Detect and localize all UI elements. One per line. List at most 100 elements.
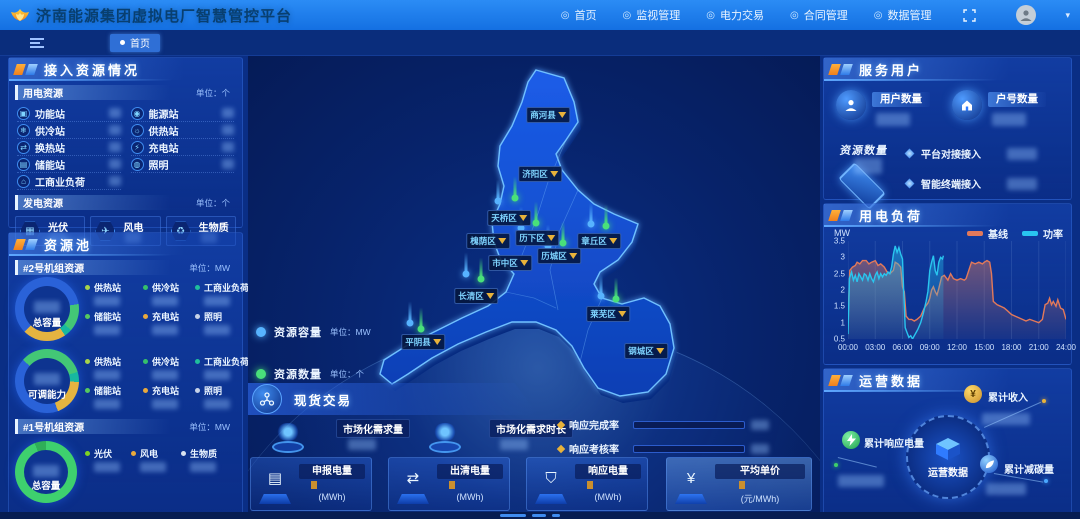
- header-decoration: [828, 64, 841, 75]
- nav-item-home[interactable]: ◎首页: [561, 7, 597, 23]
- resource-item: ⇄换热站: [17, 139, 121, 156]
- legend-item: 充电站: [143, 384, 195, 411]
- value-redacted: [992, 113, 1026, 126]
- value-redacted: [152, 325, 178, 335]
- value-redacted: [140, 462, 166, 472]
- value-redacted: [751, 420, 769, 430]
- nav-item-data[interactable]: ◎数据管理: [874, 7, 932, 23]
- value-redacted: [751, 444, 769, 454]
- card-declared-energy: ▤ 申报电量 (MWh): [250, 457, 372, 511]
- map-district-label[interactable]: 历城区: [537, 248, 581, 264]
- map-beacon: [598, 293, 605, 300]
- diamond-bullet-icon: [557, 420, 565, 428]
- callout-dot: [834, 463, 838, 467]
- tab-home[interactable]: 首页: [110, 34, 160, 52]
- panel-header: 运营数据: [824, 369, 1071, 391]
- industry-load-icon: ⌂: [17, 175, 30, 188]
- value-redacted: [854, 158, 882, 174]
- map-district-label[interactable]: 章丘区: [577, 233, 621, 249]
- user-icon: [836, 90, 866, 120]
- power-load-panel: 用电负荷 MW 基线 功率 3.532.521.510.5 00:0003:00…: [823, 203, 1072, 365]
- unit-label: 单位：MW: [189, 262, 236, 274]
- chart-legend: 基线 功率: [967, 226, 1063, 241]
- connector: [739, 481, 745, 489]
- x-tick-label: 12:00: [947, 343, 967, 352]
- legend-item-baseline[interactable]: 基线: [967, 226, 1008, 241]
- legend-item: 储能站: [85, 384, 143, 411]
- map-district-label[interactable]: 天桥区: [487, 210, 531, 226]
- section-header-unit1: #1号机组资源 单位：MW: [15, 419, 236, 434]
- value-redacted: [986, 483, 1026, 495]
- header-decoration: [840, 375, 853, 386]
- spot-trading-title: 现货交易: [294, 390, 352, 409]
- header-decoration: [13, 239, 26, 250]
- legend-unit2-capacity: 供热站 供冷站 工商业负荷 储能站 充电站 照明: [85, 281, 273, 337]
- map-district-label[interactable]: 钢城区: [624, 343, 668, 359]
- nav-item-monitor[interactable]: ◎监视管理: [623, 7, 681, 23]
- section-header-power-use: 用电资源 单位：个: [15, 85, 236, 100]
- map-beacon: [407, 320, 414, 327]
- user-avatar[interactable]: [1016, 5, 1036, 25]
- x-tick-label: 00:00: [838, 343, 858, 352]
- avatar-dropdown-caret[interactable]: ▾: [1065, 10, 1070, 21]
- demand-volume-icon: [268, 423, 308, 453]
- resource-item: ☼供热站: [131, 122, 235, 139]
- map-district-label[interactable]: 市中区: [488, 255, 532, 271]
- value-redacted: [876, 113, 910, 126]
- app-title: 济南能源集团虚拟电厂智慧管控平台: [36, 5, 292, 26]
- value-redacted: [152, 370, 178, 380]
- service-users-panel: 服务用户 用户数量 户号数量 资源数量 平台对接接入 智能终端接入: [823, 57, 1072, 200]
- legend-dot: [143, 285, 148, 290]
- callout-dot: [1044, 479, 1048, 483]
- connector: [449, 481, 455, 489]
- app-header: 济南能源集团虚拟电厂智慧管控平台 ◎首页 ◎监视管理 ◎电力交易 ◎合同管理 ◎…: [0, 0, 1080, 30]
- map-district-label[interactable]: 平阴县: [401, 334, 445, 350]
- fullscreen-icon[interactable]: [963, 9, 976, 22]
- map-district-label[interactable]: 济阳区: [518, 166, 562, 182]
- value-redacted: [500, 439, 528, 450]
- value-redacted: [222, 142, 234, 152]
- x-tick-label: 18:00: [1001, 343, 1021, 352]
- legend-swatch: [1022, 231, 1038, 236]
- legend-dot: [195, 314, 200, 319]
- value-redacted: [109, 176, 121, 186]
- value-redacted: [222, 108, 234, 118]
- menu-collapse-icon[interactable]: [30, 38, 44, 48]
- power-station-icon: ▣: [17, 107, 30, 120]
- panel-header: 服务用户: [824, 58, 1071, 80]
- diamond-bullet-icon: [557, 444, 565, 452]
- resource-item: ⚡充电站: [131, 139, 235, 156]
- panel-header: 资源池: [9, 233, 242, 255]
- heating-station-icon: ☼: [131, 124, 144, 137]
- map-district-label[interactable]: 槐荫区: [466, 233, 510, 249]
- legend-item: 供冷站: [143, 281, 195, 308]
- nav-item-trading[interactable]: ◎电力交易: [706, 7, 764, 23]
- value-redacted: [222, 159, 234, 169]
- map-district-label[interactable]: 莱芜区: [586, 306, 630, 322]
- response-completion-rate: 响应完成率: [558, 417, 769, 432]
- connector: [311, 481, 317, 489]
- legend-dot: [181, 451, 186, 456]
- y-tick-label: 3: [841, 253, 845, 262]
- resource-item: ▤储能站: [17, 156, 121, 173]
- map-district-label[interactable]: 历下区: [515, 230, 559, 246]
- y-tick-label: 3.5: [834, 237, 845, 246]
- beacon-blue-icon: [256, 327, 266, 337]
- card-cleared-energy: ⇄ 出清电量 (MWh): [388, 457, 510, 511]
- callout-dot: [1042, 399, 1046, 403]
- progress-bar: [633, 445, 745, 453]
- header-nav: ◎首页 ◎监视管理 ◎电力交易 ◎合同管理 ◎数据管理 ▾: [561, 5, 1070, 25]
- legend-item-power[interactable]: 功率: [1022, 226, 1063, 241]
- legend-item: 供热站: [85, 355, 143, 382]
- panel-title: 用电负荷: [859, 206, 923, 225]
- map-district-label[interactable]: 长清区: [454, 288, 498, 304]
- panel-header: 用电负荷: [824, 204, 1071, 226]
- marker-triangle-icon: [558, 112, 566, 118]
- terminal-access-row: 智能终端接入: [906, 176, 1037, 191]
- legend-dot: [143, 314, 148, 319]
- nav-item-contract[interactable]: ◎合同管理: [790, 7, 848, 23]
- map-district-label[interactable]: 商河县: [526, 107, 570, 123]
- value-redacted: [94, 296, 120, 306]
- legend-dot: [85, 388, 90, 393]
- storage-station-icon: ▤: [17, 158, 30, 171]
